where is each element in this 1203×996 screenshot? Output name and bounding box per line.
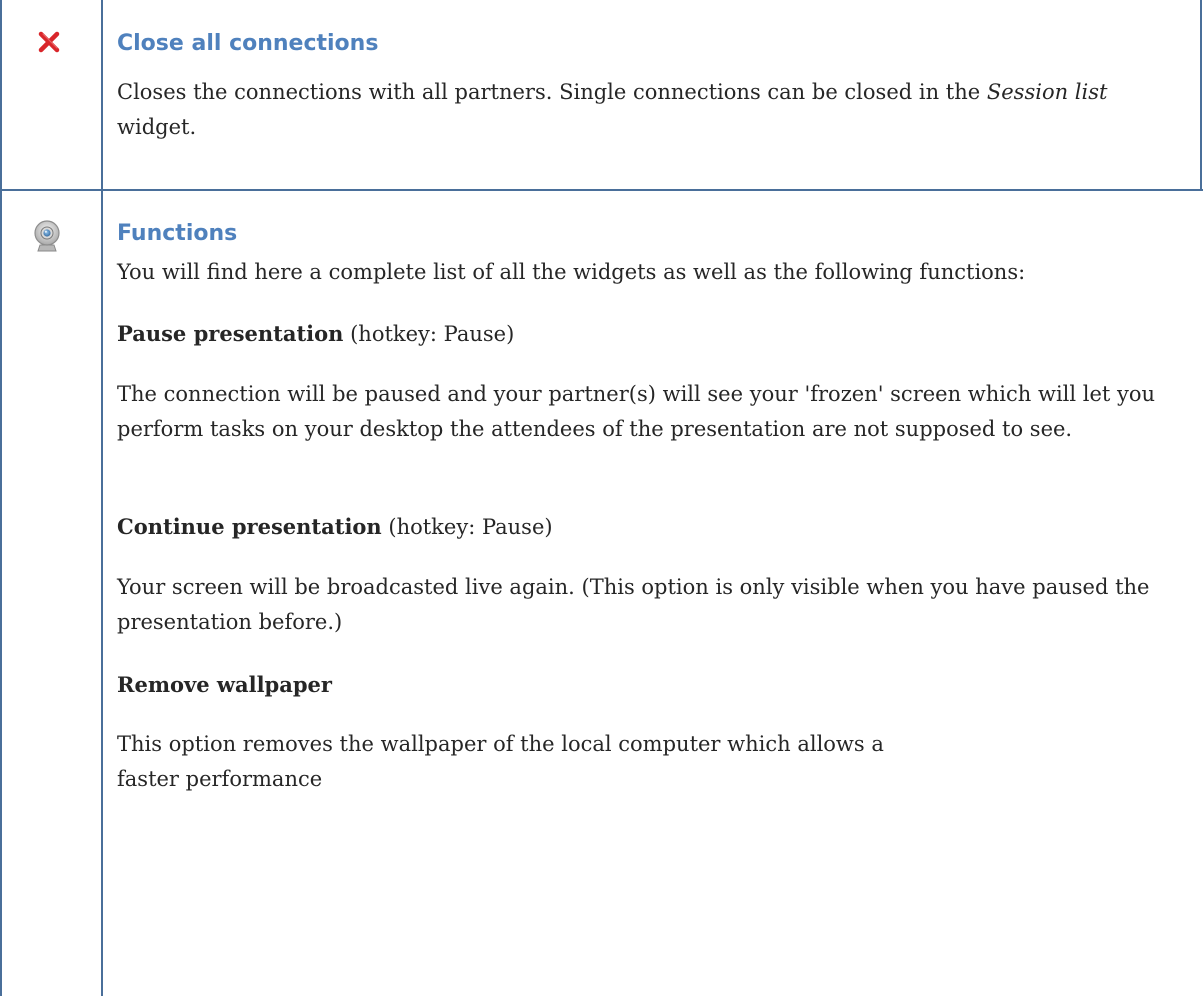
table-border-right (1200, 0, 1202, 190)
description-text-end: widget. (117, 115, 197, 139)
function-name: Continue presentation (117, 514, 382, 539)
session-list-reference: Session list (986, 80, 1108, 104)
row-icon-cell (2, 0, 101, 189)
entry-description: Closes the connections with all partners… (117, 75, 1177, 145)
function-table: Close all connections Closes the connect… (0, 0, 1203, 996)
close-icon (38, 31, 60, 53)
function-name: Pause presentation (117, 321, 344, 346)
function-item-title: Continue presentation (hotkey: Pause) (117, 509, 1187, 545)
table-border-column (101, 0, 103, 996)
function-hotkey: (hotkey: Pause) (343, 322, 515, 346)
entry-heading: Close all connections (117, 31, 379, 56)
webcam-icon (34, 220, 60, 252)
function-item-description: This option removes the wallpaper of the… (117, 732, 884, 791)
function-hotkey: (hotkey: Pause) (381, 515, 553, 539)
row-icon-cell (2, 191, 101, 996)
function-item-title: Remove wallpaper (117, 667, 1187, 703)
description-text: Closes the connections with all partners… (117, 80, 987, 104)
function-item-description: Your screen will be broadcasted live aga… (117, 575, 1150, 634)
function-name: Remove wallpaper (117, 672, 332, 697)
functions-intro: You will find here a complete list of al… (117, 260, 1026, 284)
function-item-title: Pause presentation (hotkey: Pause) (117, 316, 1187, 352)
entry-heading: Functions (117, 221, 238, 246)
table-border-row (0, 189, 1203, 191)
function-item-description: The connection will be paused and your p… (117, 382, 1156, 441)
